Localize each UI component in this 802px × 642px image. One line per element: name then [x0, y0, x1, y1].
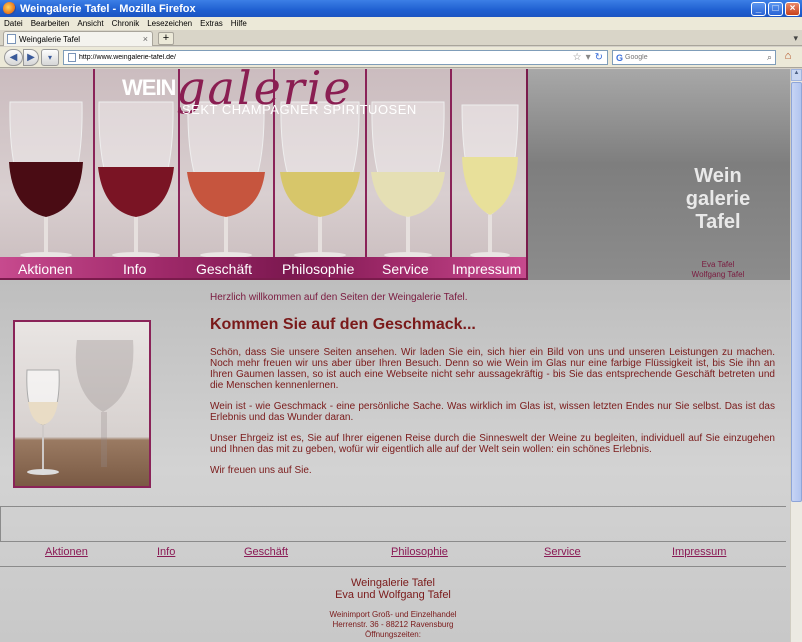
search-input[interactable]: [625, 54, 767, 61]
navigation-toolbar: ◀ ▶ ▾ ☆ ▾ ↻ G ⌕ ⌂: [0, 47, 802, 68]
footer-navigation: Aktionen Info Geschäft Philosophie Servi…: [0, 546, 790, 566]
glass-panel-champagne: [452, 69, 526, 257]
footer-nav-info[interactable]: Info: [157, 546, 175, 558]
nav-aktionen[interactable]: Aktionen: [18, 261, 72, 277]
footer-owners: Eva und Wolfgang Tafel: [335, 589, 451, 601]
home-icon[interactable]: ⌂: [780, 50, 796, 65]
wine-glass-photo: [13, 320, 151, 488]
tab-weingalerie[interactable]: Weingalerie Tafel ×: [3, 31, 153, 46]
owner-names: Eva Tafel Wolfgang Tafel: [691, 260, 745, 279]
paragraph-2: Wein ist - wie Geschmack - eine persönli…: [210, 401, 775, 423]
footer-opening-hours: Öffnungszeiten:: [365, 630, 421, 639]
search-bar[interactable]: G ⌕: [612, 50, 776, 65]
paragraph-3: Unser Ehrgeiz ist es, Sie auf Ihrer eige…: [210, 433, 775, 455]
bookmark-star-icon[interactable]: ☆: [573, 52, 582, 63]
menu-bookmarks[interactable]: Lesezeichen: [147, 19, 192, 28]
firefox-icon: [3, 2, 16, 15]
footer-divider: [0, 566, 786, 567]
nav-service[interactable]: Service: [382, 261, 429, 277]
footer-nav-philosophie[interactable]: Philosophie: [391, 546, 448, 558]
history-dropdown-icon[interactable]: ▾: [41, 49, 59, 66]
glass-shadow-photo-icon: [26, 340, 134, 475]
menu-view[interactable]: Ansicht: [77, 19, 103, 28]
divider-box: [0, 506, 786, 542]
paragraph-1: Schön, dass Sie unsere Seiten ansehen. W…: [210, 347, 775, 391]
menu-bar: Datei Bearbeiten Ansicht Chronik Lesezei…: [0, 17, 802, 30]
red-wine-glass-icon: [9, 101, 83, 257]
logo-subtitle: SEKT CHAMPAGNER SPIRITUOSEN: [182, 102, 417, 117]
footer-nav-service[interactable]: Service: [544, 546, 581, 558]
reload-icon[interactable]: ↻: [595, 52, 603, 63]
header-banner: WEIN galerie SEKT CHAMPAGNER SPIRITUOSEN…: [0, 69, 528, 280]
new-tab-button[interactable]: +: [158, 32, 174, 45]
address-bar[interactable]: ☆ ▾ ↻: [63, 50, 608, 65]
glass-panel-pale: [367, 69, 452, 257]
site-icon: [68, 53, 76, 62]
footer-nav-impressum[interactable]: Impressum: [672, 546, 726, 558]
footer-name-block: Weingalerie Tafel Eva und Wolfgang Tafel: [0, 577, 786, 601]
scrollbar-thumb[interactable]: [791, 82, 802, 502]
nav-info[interactable]: Info: [123, 261, 146, 277]
url-dropdown-icon[interactable]: ▾: [586, 52, 591, 63]
google-icon[interactable]: G: [616, 53, 623, 63]
title-bar: Weingalerie Tafel - Mozilla Firefox _ □ …: [0, 0, 802, 17]
menu-history[interactable]: Chronik: [112, 19, 140, 28]
logo-wein: WEIN: [122, 75, 176, 100]
footer-address: Herrenstr. 36 - 88212 Ravensburg: [332, 620, 454, 629]
window-title: Weingalerie Tafel - Mozilla Firefox: [20, 2, 196, 15]
footer-address-block: Weinimport Groß- und Einzelhandel Herren…: [0, 610, 786, 640]
tab-label: Weingalerie Tafel: [19, 34, 81, 44]
forward-button[interactable]: ▶: [23, 49, 39, 66]
page-headline: Kommen Sie auf den Geschmack...: [210, 316, 476, 333]
footer-nav-geschaeft[interactable]: Geschäft: [244, 546, 288, 558]
nav-geschaeft[interactable]: Geschäft: [196, 261, 252, 277]
tab-close-icon[interactable]: ×: [143, 34, 148, 44]
search-icon[interactable]: ⌕: [767, 52, 772, 63]
minimize-button[interactable]: _: [751, 1, 766, 16]
nav-impressum[interactable]: Impressum: [452, 261, 521, 277]
glass-panel-red: [0, 69, 95, 257]
maximize-button[interactable]: □: [768, 1, 783, 16]
welcome-text: Herzlich willkommen auf den Seiten der W…: [210, 292, 468, 303]
page-icon: [7, 34, 16, 44]
tab-bar: Weingalerie Tafel × + ▾: [0, 30, 802, 46]
menu-tools[interactable]: Extras: [200, 19, 223, 28]
back-button[interactable]: ◀: [4, 49, 23, 66]
menu-help[interactable]: Hilfe: [231, 19, 247, 28]
footer-company-name: Weingalerie Tafel: [351, 577, 435, 589]
champagne-glass-icon: [461, 104, 519, 257]
nav-philosophie[interactable]: Philosophie: [282, 261, 354, 277]
url-input[interactable]: [79, 54, 573, 61]
main-navigation: Aktionen Info Geschäft Philosophie Servi…: [0, 257, 526, 278]
rose-red-wine-glass-icon: [98, 101, 174, 257]
paragraph-4: Wir freuen uns auf Sie.: [210, 465, 312, 476]
menu-edit[interactable]: Bearbeiten: [31, 19, 70, 28]
footer-nav-aktionen[interactable]: Aktionen: [45, 546, 88, 558]
tab-list-icon[interactable]: ▾: [793, 33, 798, 44]
intro-text: Schön, dass Sie unsere Seiten ansehen. W…: [210, 347, 775, 486]
scroll-up-icon[interactable]: ▲: [791, 69, 802, 81]
page-content: WEIN galerie SEKT CHAMPAGNER SPIRITUOSEN…: [0, 69, 790, 642]
close-button[interactable]: ×: [785, 1, 800, 16]
menu-file[interactable]: Datei: [4, 19, 23, 28]
footer-business-type: Weinimport Groß- und Einzelhandel: [329, 610, 457, 619]
vertical-scrollbar[interactable]: ▲: [790, 69, 802, 642]
